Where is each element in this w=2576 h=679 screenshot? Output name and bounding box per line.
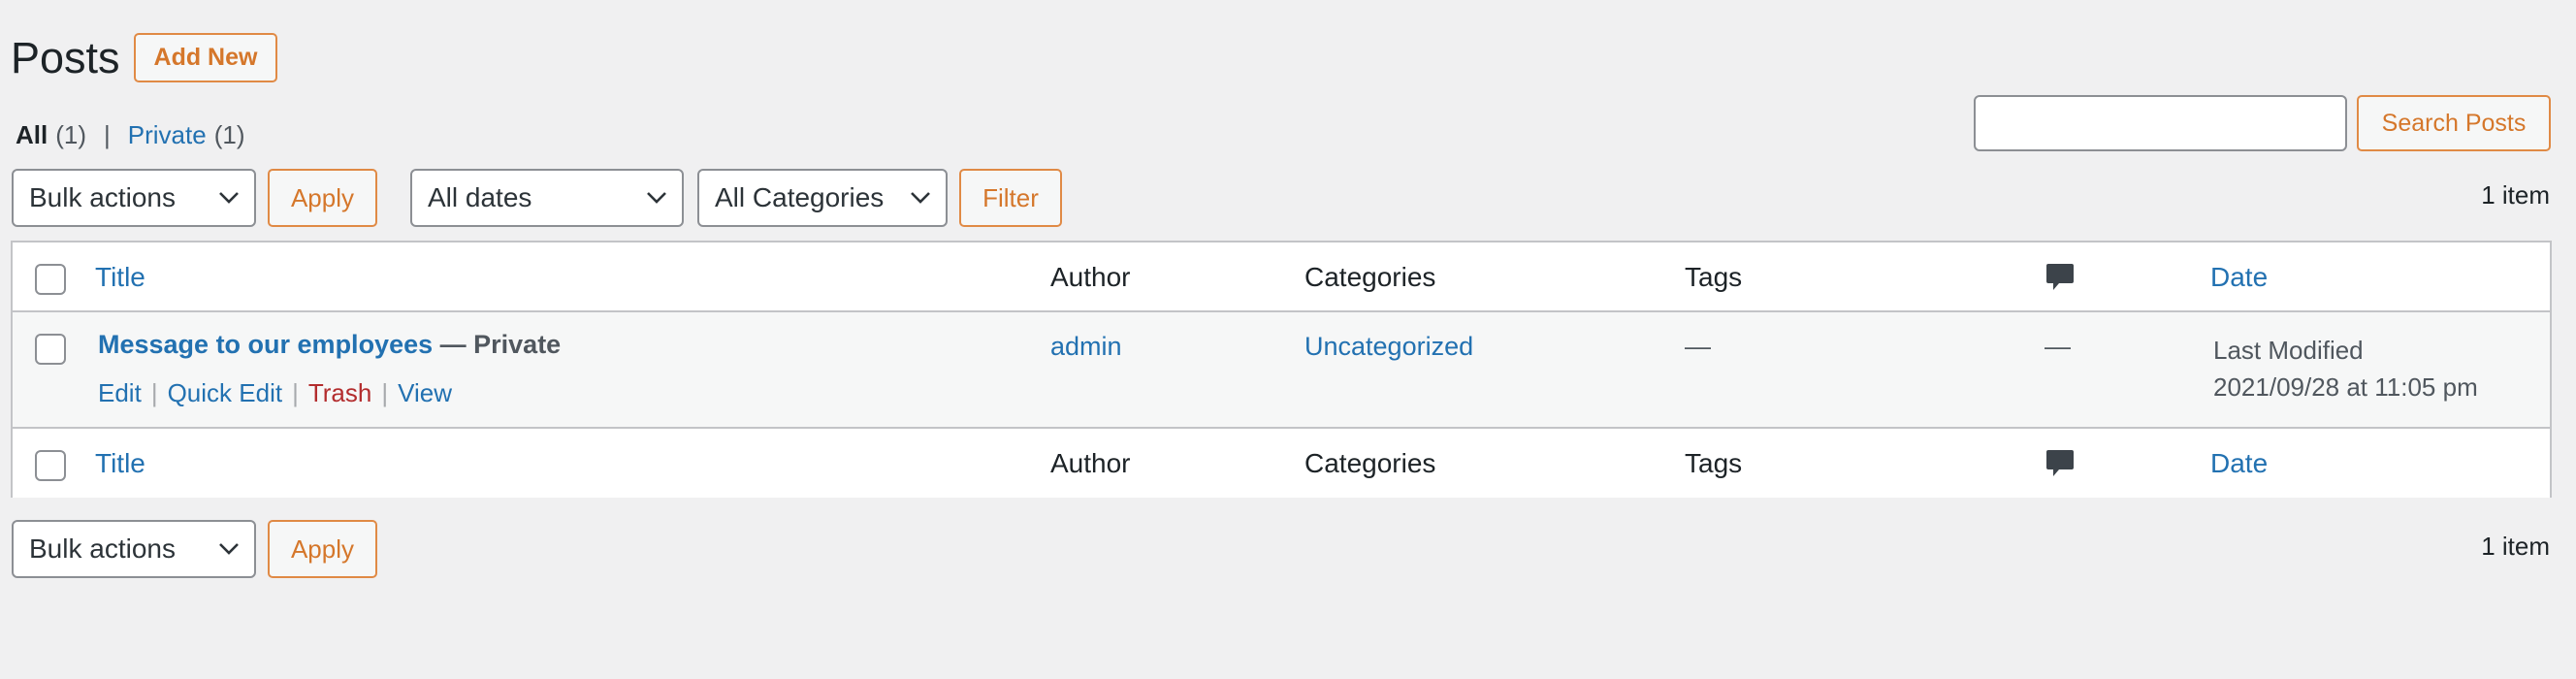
column-categories-footer: Categories [1304,448,1436,478]
comment-icon[interactable] [2045,448,2075,479]
trash-link[interactable]: Trash [308,378,372,407]
apply-button[interactable]: Apply [268,169,377,227]
add-new-button[interactable]: Add New [134,33,277,82]
search-input[interactable] [1974,95,2347,151]
chevron-down-icon [911,192,930,204]
apply-button-bottom[interactable]: Apply [268,520,377,578]
date-cell: Last Modified 2021/09/28 at 11:05 pm [2213,332,2478,405]
chevron-down-icon [219,543,239,555]
author-link[interactable]: admin [1050,332,1122,362]
column-author-header: Author [1050,262,1131,292]
table-row: Message to our employees — Private Edit |… [13,312,2550,429]
categories-select[interactable]: All Categories [697,169,948,227]
view-private-count: (1) [213,120,245,149]
column-tags-header: Tags [1685,262,1743,292]
select-all-checkbox-footer[interactable] [35,450,66,481]
dates-value: All dates [428,182,532,212]
chevron-down-icon [647,192,666,204]
column-title-header[interactable]: Title [95,262,145,293]
edit-link[interactable]: Edit [98,378,142,407]
column-categories-header: Categories [1304,262,1436,292]
items-count-bottom: 1 item [2481,532,2550,561]
tags-cell: — [1685,332,1711,361]
bulk-actions-select-bottom[interactable]: Bulk actions [12,520,256,578]
bulk-actions-select[interactable]: Bulk actions [12,169,256,227]
bulk-actions-value-bottom: Bulk actions [29,534,176,564]
post-status-views: All (1) | Private (1) [16,120,244,150]
page-title: Posts [11,33,120,82]
column-date-header[interactable]: Date [2210,262,2268,293]
posts-table: Title Author Categories Tags Date Messag… [11,241,2552,498]
views-separator: | [104,120,111,149]
chevron-down-icon [219,192,239,204]
view-all-label[interactable]: All [16,120,48,150]
select-all-checkbox[interactable] [35,264,66,295]
row-checkbox[interactable] [35,334,66,365]
post-title-link[interactable]: Message to our employees [98,330,433,359]
items-count: 1 item [2481,180,2550,210]
view-all-count: (1) [55,120,87,149]
bulk-actions-value: Bulk actions [29,182,176,212]
quick-edit-link[interactable]: Quick Edit [168,378,283,407]
category-link[interactable]: Uncategorized [1304,332,1473,362]
table-header-row: Title Author Categories Tags Date [13,242,2550,312]
row-actions: Edit | Quick Edit | Trash | View [98,378,452,408]
action-separator: | [150,378,158,407]
comments-cell: — [2045,332,2071,361]
column-tags-footer: Tags [1685,448,1743,478]
post-title-cell: Message to our employees — Private [98,330,561,360]
categories-value: All Categories [715,182,885,212]
filter-button[interactable]: Filter [959,169,1062,227]
column-author-footer: Author [1050,448,1131,478]
dates-select[interactable]: All dates [410,169,684,227]
post-state: — Private [439,330,562,359]
date-value: 2021/09/28 at 11:05 pm [2213,372,2478,402]
comment-icon[interactable] [2045,262,2075,293]
action-separator: | [292,378,299,407]
column-title-footer[interactable]: Title [95,448,145,479]
view-private-link[interactable]: Private [128,120,207,150]
search-posts-button[interactable]: Search Posts [2357,95,2551,151]
action-separator: | [381,378,389,407]
date-status: Last Modified [2213,336,2364,365]
column-date-footer[interactable]: Date [2210,448,2268,479]
table-footer-row: Title Author Categories Tags Date [13,429,2550,498]
view-link[interactable]: View [398,378,452,407]
